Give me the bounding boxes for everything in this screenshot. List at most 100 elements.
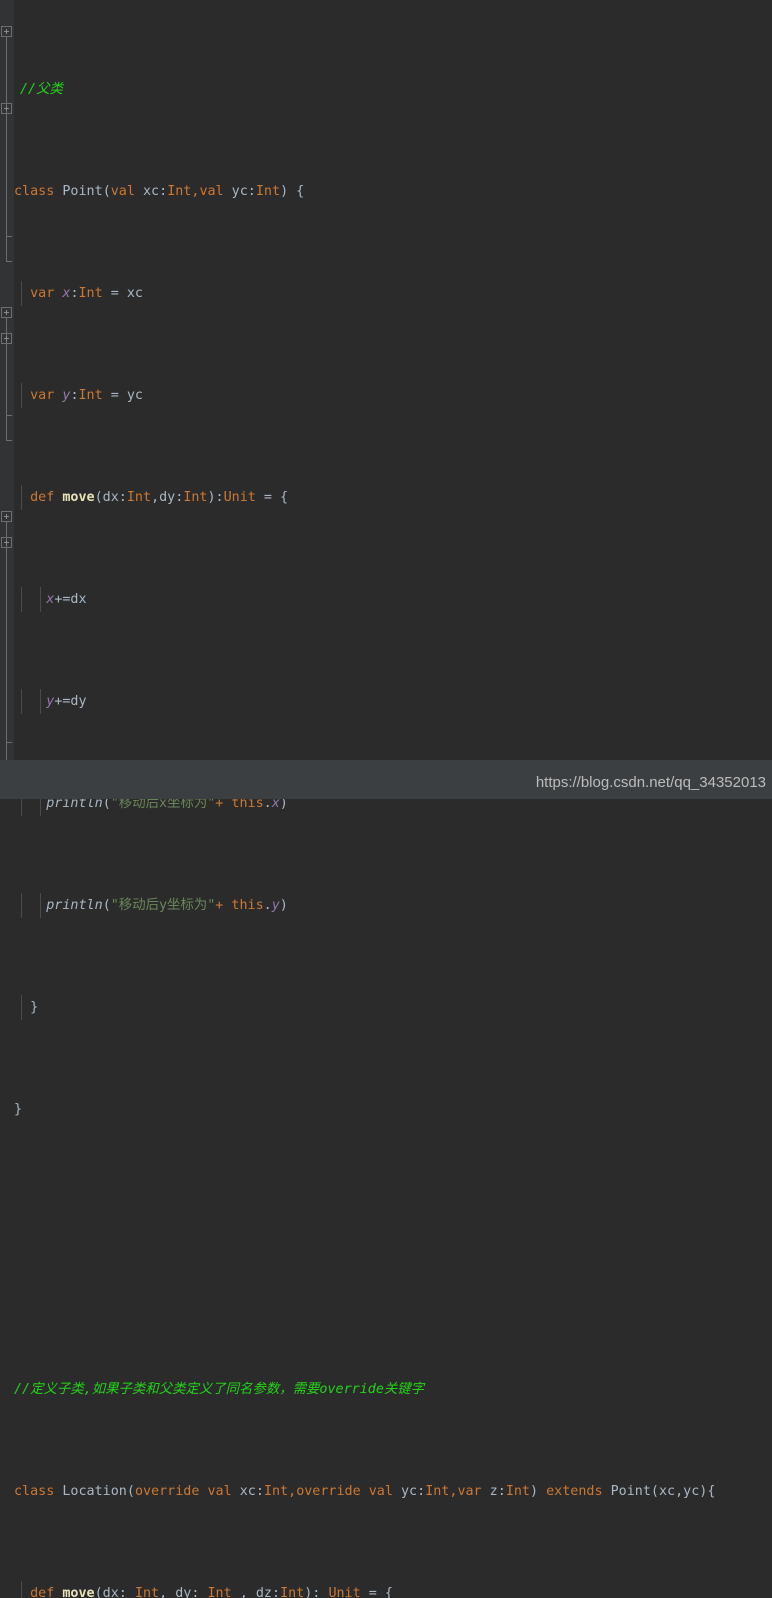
method-name-move: move (62, 489, 95, 505)
indent-guide (21, 688, 22, 714)
keyword-def: def (30, 1586, 55, 1598)
code-line[interactable]: def move(dx: Int, dy: Int , dz:Int): Uni… (0, 1581, 772, 1598)
string-literal: "移动后y坐标为" (110, 897, 216, 913)
superclass-call: Point(xc,yc){ (602, 1484, 716, 1499)
code-line[interactable]: //父类 (0, 77, 772, 103)
indent-guide (21, 994, 22, 1020)
indent-guide (21, 280, 22, 306)
paren-close: ): (304, 1586, 329, 1598)
indent-guide (40, 586, 41, 612)
type-int: Int (207, 1586, 232, 1598)
closing-brace: } (14, 999, 39, 1015)
keyword-def: def (30, 489, 55, 505)
closing-brace: } (14, 1101, 23, 1117)
punctuation: : (70, 387, 79, 403)
type-int: Int (505, 1484, 530, 1499)
code-line[interactable]: var x:Int = xc (0, 280, 772, 306)
keyword-class: class (14, 1484, 55, 1499)
assign-xc: = xc (102, 285, 143, 301)
class-name-point: Point (54, 183, 103, 199)
keyword-this: this (231, 897, 264, 913)
keyword-extends: extends (546, 1484, 603, 1499)
param-dy: , dy: (159, 1586, 208, 1598)
punctuation: ( (102, 183, 111, 199)
param-dx: (dx: (94, 1586, 135, 1598)
indent-guide (40, 892, 41, 918)
param-z: z: (481, 1484, 506, 1499)
type-int: Int (183, 489, 208, 505)
paren-close: ) (279, 897, 288, 913)
indent-guide (21, 586, 22, 612)
type-int: Int (167, 183, 192, 199)
code-line[interactable]: var y:Int = yc (0, 382, 772, 408)
keyword-class: class (14, 183, 55, 199)
indent-guide (21, 484, 22, 510)
paren-open: ( (102, 897, 111, 913)
code-line[interactable]: y+=dy (0, 688, 772, 714)
expression: +=dx (54, 591, 87, 607)
punctuation-comma: , (288, 1484, 297, 1499)
code-line[interactable]: x+=dx (0, 586, 772, 612)
code-line[interactable]: } (0, 1097, 772, 1123)
keyword-override-val: override val (134, 1484, 232, 1499)
code-line[interactable]: def move(dx:Int,dy:Int):Unit = { (0, 484, 772, 510)
type-unit: Unit (328, 1586, 361, 1598)
type-int: Int (78, 285, 103, 301)
paren-close: ) (530, 1484, 547, 1499)
keyword-var: var (457, 1484, 482, 1499)
keyword-var: var (30, 285, 55, 301)
code-line-empty[interactable] (0, 1199, 772, 1225)
code-line[interactable]: } (0, 994, 772, 1020)
code-content[interactable]: //父类 class Point(val xc:Int,val yc:Int) … (0, 0, 772, 1598)
punctuation-comma: , (449, 1484, 458, 1499)
param-xc: xc: (231, 1484, 264, 1499)
keyword-override-val: override val (296, 1484, 393, 1499)
type-unit: Unit (223, 489, 256, 505)
punctuation: : (70, 285, 79, 301)
assign-brace: = { (360, 1586, 393, 1598)
indent-guide (21, 1581, 22, 1598)
indent-guide (21, 892, 22, 918)
type-int: Int (280, 1586, 305, 1598)
operator-plus: + (215, 897, 232, 913)
type-int: Int (134, 1586, 160, 1598)
param-xc: xc: (134, 183, 168, 199)
keyword-val: val (199, 183, 224, 199)
indent-guide (21, 382, 22, 408)
method-name-move: move (62, 1586, 95, 1598)
keyword-var: var (30, 387, 55, 403)
params-close: ): (207, 489, 224, 505)
paren-open: ( (126, 1484, 135, 1499)
param-dz: , dz: (231, 1586, 281, 1598)
field-y: y (271, 897, 280, 913)
type-int: Int (255, 183, 281, 199)
param-yc: yc: (223, 183, 256, 199)
type-int: Int (263, 1484, 289, 1499)
watermark-url: https://blog.csdn.net/qq_34352013 (535, 774, 766, 791)
method-println: println (46, 897, 103, 913)
type-int: Int (78, 387, 103, 403)
class-name-location: Location (54, 1484, 127, 1499)
code-editor[interactable]: //父类 class Point(val xc:Int,val yc:Int) … (0, 0, 772, 1598)
code-line[interactable]: //定义子类,如果子类和父类定义了同名参数，需要override关键字 (0, 1377, 772, 1403)
comment-text: //定义子类,如果子类和父类定义了同名参数，需要override关键字 (14, 1382, 425, 1397)
code-line[interactable]: class Point(val xc:Int,val yc:Int) { (0, 179, 772, 205)
punctuation-dot: . (263, 897, 272, 913)
params-open: (dx: (94, 489, 127, 505)
param-yc: yc: (392, 1484, 426, 1499)
code-line[interactable]: class Location(override val xc:Int,overr… (0, 1479, 772, 1505)
comment-text: //父类 (20, 81, 63, 97)
punctuation: ) { (280, 183, 305, 199)
code-line-empty[interactable] (0, 1275, 772, 1301)
indent-guide (40, 688, 41, 714)
assign-yc: = yc (102, 387, 143, 403)
code-line[interactable]: println("移动后y坐标为"+ this.y) (0, 892, 772, 918)
param-dy: ,dy: (151, 489, 184, 505)
